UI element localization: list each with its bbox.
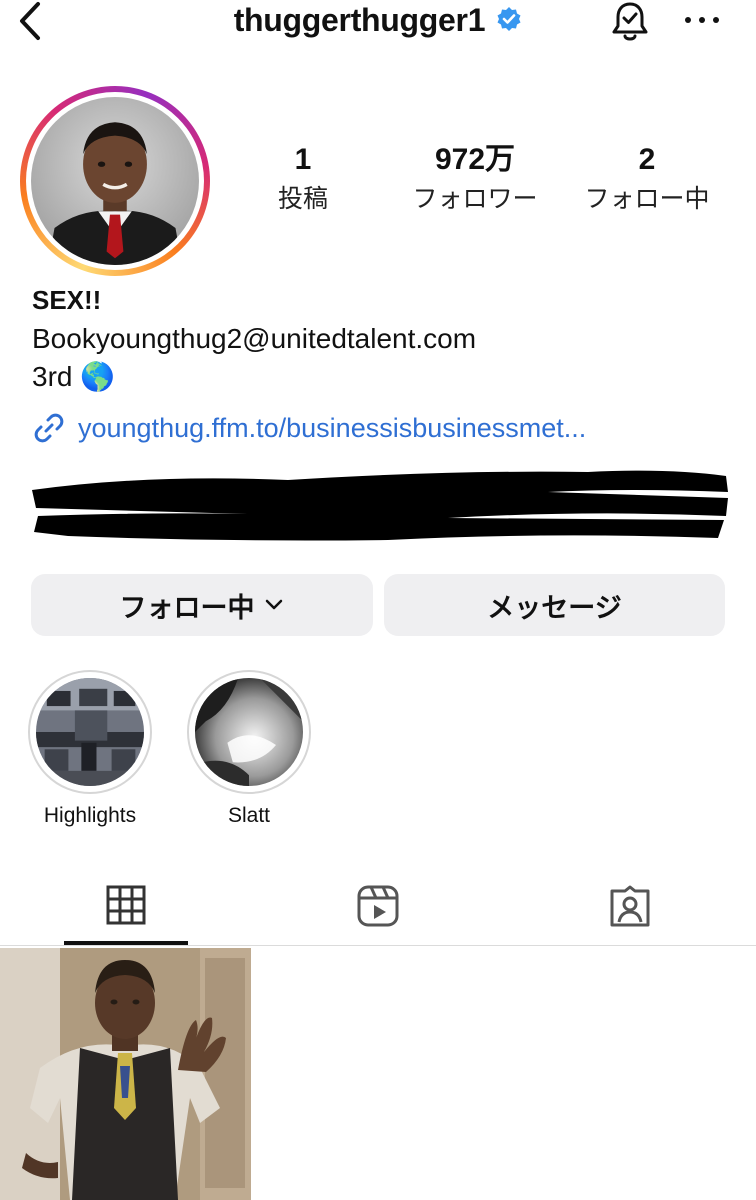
link-chain-icon — [34, 413, 64, 443]
bio-line-3rd: 3rd 🌎 — [32, 361, 116, 392]
profile-header: thuggerthugger1 — [0, 0, 756, 50]
stat-followers-label: フォロワー — [412, 184, 538, 213]
stat-posts[interactable]: 1 投稿 — [250, 140, 356, 218]
stat-posts-label: 投稿 — [277, 184, 328, 213]
bio-external-link[interactable]: youngthug.ffm.to/businessisbusinessmet..… — [32, 408, 586, 448]
more-options-icon[interactable] — [682, 10, 722, 30]
post-photo — [0, 948, 251, 1200]
highlight-label: Slatt — [227, 804, 271, 827]
highlight-ring — [187, 670, 311, 794]
profile-avatar-story-ring[interactable] — [20, 86, 210, 276]
highlight-item-highlights[interactable]: Highlights — [28, 670, 152, 828]
highlight-cover-image — [195, 678, 303, 786]
tab-tagged[interactable] — [568, 870, 692, 946]
tab-reels[interactable] — [316, 870, 440, 946]
post-thumbnail[interactable] — [0, 948, 251, 1200]
redaction-scribble — [32, 470, 728, 541]
highlight-cover-studio — [36, 678, 144, 786]
profile-tabs — [0, 870, 756, 946]
profile-stats: 1 投稿 972万 フォロワー 2 フォロー中 — [250, 140, 740, 230]
stat-followers-value: 972万 — [434, 143, 516, 176]
following-button-label: フォロー中 — [119, 592, 255, 623]
profile-bio: SEX!! Bookyoungthug2@unitedtalent.com 3r… — [32, 280, 732, 396]
grid-icon — [106, 885, 146, 925]
tab-posts-grid[interactable] — [64, 870, 188, 946]
highlight-item-slatt[interactable]: Slatt — [187, 670, 311, 828]
message-button[interactable]: メッセージ — [384, 574, 725, 636]
bio-link-text[interactable]: youngthug.ffm.to/businessisbusinessmet..… — [78, 413, 586, 444]
chevron-down-icon — [265, 599, 282, 610]
stat-following-label: フォロー中 — [584, 184, 710, 213]
avatar — [31, 97, 199, 265]
tagged-icon — [610, 885, 650, 927]
highlight-label: Highlights — [43, 804, 137, 827]
avatar-photo — [31, 97, 199, 265]
highlight-cover-bw — [195, 678, 303, 786]
stat-posts-value: 1 — [294, 143, 312, 176]
username-title: thuggerthugger1 — [233, 2, 486, 38]
notification-bell-icon[interactable] — [607, 0, 653, 46]
message-button-label: メッセージ — [487, 592, 622, 623]
highlight-cover-image — [36, 678, 144, 786]
bio-email[interactable]: Bookyoungthug2@unitedtalent.com — [32, 320, 732, 358]
stat-following[interactable]: 2 フォロー中 — [572, 140, 722, 218]
stat-following-value: 2 — [638, 143, 656, 176]
following-button[interactable]: フォロー中 — [31, 574, 373, 636]
highlight-ring — [28, 670, 152, 794]
verified-badge-icon — [497, 6, 521, 31]
bio-display-name: SEX!! — [32, 285, 102, 315]
avatar-inner — [26, 92, 204, 270]
reels-icon — [357, 885, 399, 927]
stat-followers[interactable]: 972万 フォロワー — [395, 140, 555, 218]
active-tab-indicator — [64, 941, 188, 945]
